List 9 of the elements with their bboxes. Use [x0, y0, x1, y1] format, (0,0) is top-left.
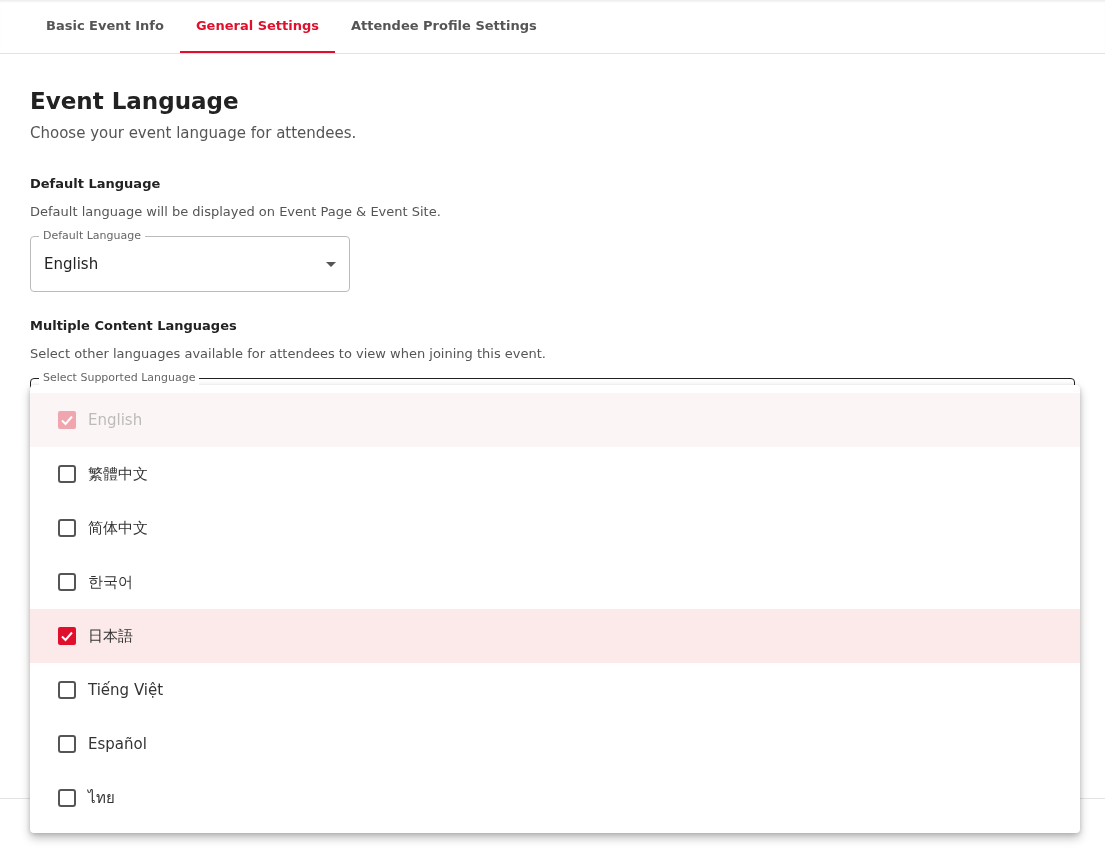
field-label: Default Language [39, 228, 145, 244]
content-languages-description: Select other languages available for attendees to view when joining this event. [30, 346, 547, 361]
field-label: Select Supported Language [39, 370, 200, 386]
default-language-description: Default language will be displayed on Event Page & Event Site. [30, 204, 442, 219]
default-language-heading: Default Language [30, 176, 162, 191]
section-title: Event Language [30, 88, 240, 114]
content-languages-heading: Multiple Content Languages [30, 318, 238, 333]
section-subtitle: Choose your event language for attendees. [30, 124, 358, 142]
selected-value: English [44, 255, 100, 273]
